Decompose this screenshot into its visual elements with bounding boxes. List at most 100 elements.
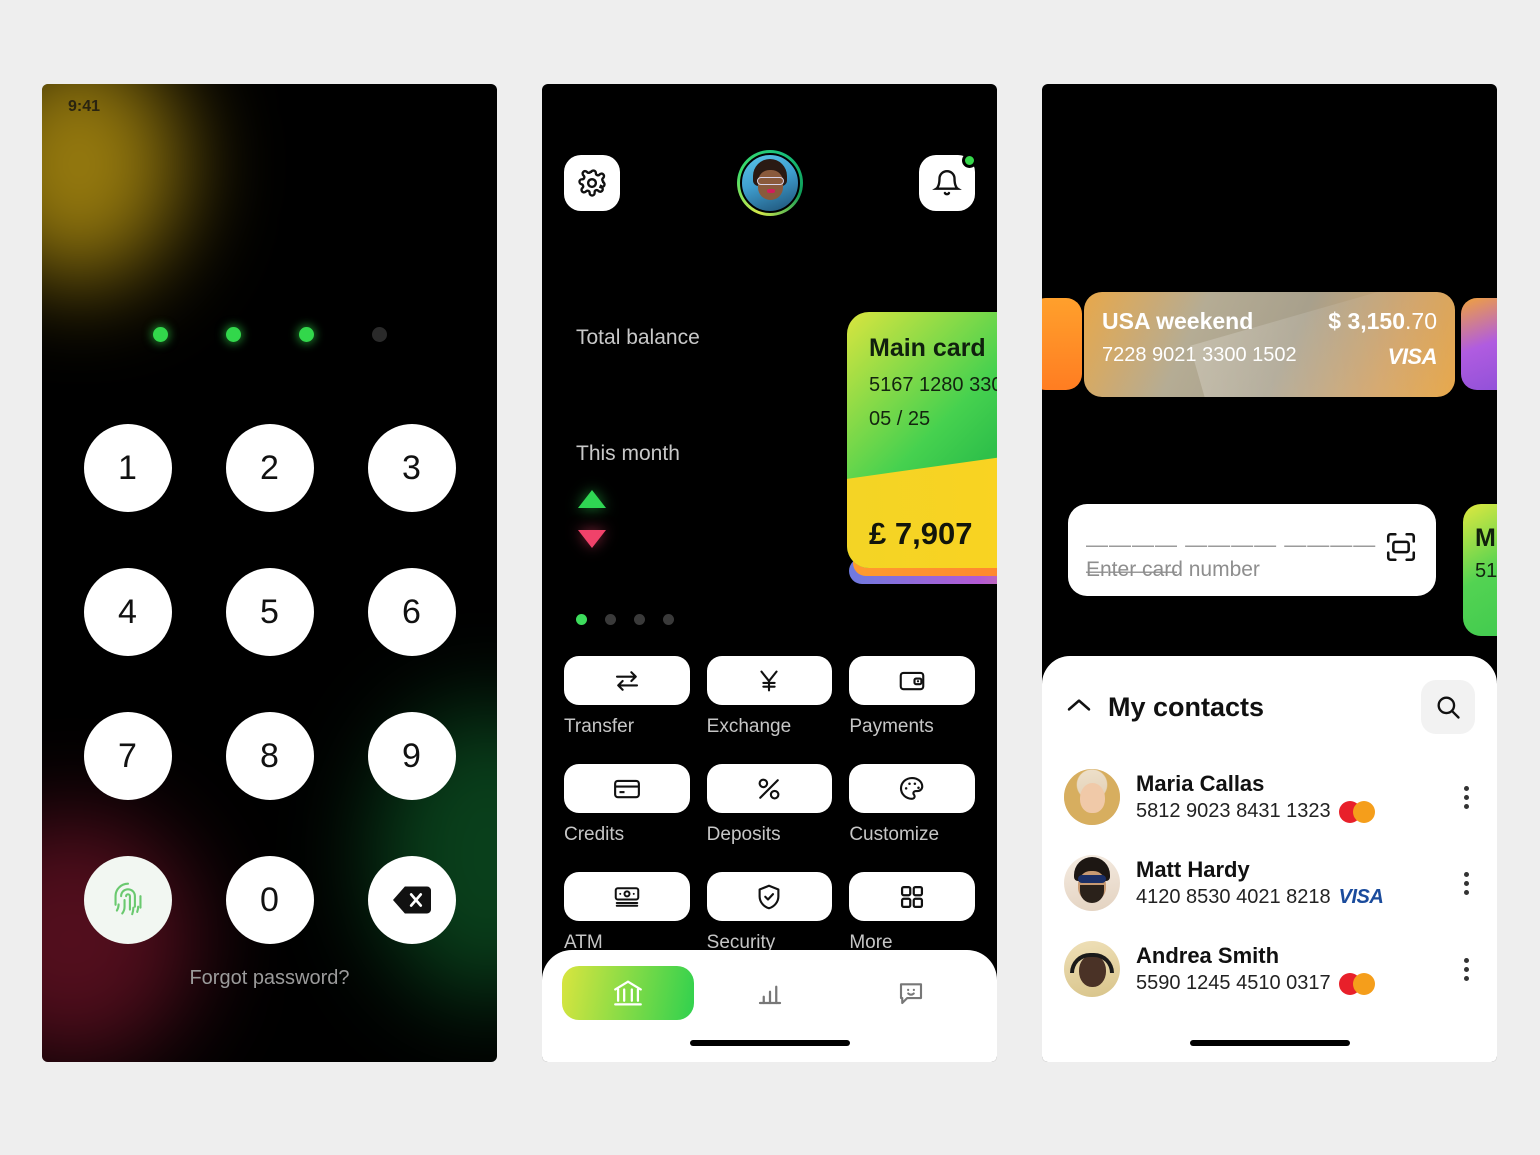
search-contacts-button[interactable] <box>1421 680 1475 734</box>
kebab-menu-icon[interactable] <box>1458 780 1475 815</box>
key-4[interactable]: 4 <box>83 568 172 656</box>
exchange-button[interactable] <box>706 656 833 705</box>
action-label: Payments <box>849 716 934 737</box>
triangle-down-icon <box>578 530 606 548</box>
featured-card[interactable]: USA weekend $ 3,150.70 7228 9021 3300 15… <box>1084 292 1455 397</box>
action-exchange: Exchange <box>706 656 833 738</box>
kebab-menu-icon[interactable] <box>1458 952 1475 987</box>
cards-carousel: USA weekend $ 3,150.70 7228 9021 3300 15… <box>1042 292 1497 397</box>
avatar <box>1064 855 1120 911</box>
peek-card-left[interactable] <box>1042 298 1082 390</box>
card-carousel[interactable]: Main card 5167 1280 330 05 / 25 £ 7,907 <box>847 312 997 584</box>
contact-info: Maria Callas 5812 9023 8431 1323 <box>1136 771 1375 823</box>
deposits-button[interactable] <box>706 764 833 813</box>
card-number-input[interactable]: ———— ———— ———— ———— Enter card number <box>1068 504 1436 596</box>
scan-frame-icon <box>1386 532 1416 562</box>
card-input-placeholder: Enter card number <box>1086 558 1260 581</box>
key-7[interactable]: 7 <box>83 712 172 800</box>
amount-main: $ 3,150 <box>1328 308 1406 334</box>
contacts-list: Maria Callas 5812 9023 8431 1323 Matt Ha… <box>1042 734 1497 1012</box>
action-deposits: Deposits <box>706 764 833 846</box>
more-button[interactable] <box>849 872 975 921</box>
nav-statistics-tab[interactable] <box>704 966 836 1020</box>
backspace-icon[interactable] <box>367 856 456 944</box>
home-header <box>542 150 997 216</box>
avatar[interactable] <box>736 150 803 216</box>
key-9[interactable]: 9 <box>367 712 456 800</box>
wallet-icon <box>899 671 925 690</box>
security-button[interactable] <box>706 872 833 921</box>
bar-chart-icon <box>758 985 781 1005</box>
quick-actions-grid: Transfer Exchange Payments Credits Depos… <box>564 656 975 954</box>
pager-dot-4[interactable] <box>663 614 674 625</box>
card-pager <box>576 614 674 625</box>
pager-dot-3[interactable] <box>634 614 645 625</box>
pin-dots <box>42 327 497 342</box>
payments-button[interactable] <box>849 656 975 705</box>
main-card[interactable]: Main card 5167 1280 330 05 / 25 £ 7,907 <box>847 312 997 568</box>
pin-dot-1 <box>152 327 168 342</box>
credits-button[interactable] <box>564 764 690 813</box>
nav-accounts-tab[interactable] <box>562 966 694 1020</box>
total-balance-label: Total balance <box>576 326 700 349</box>
action-security: Security <box>706 872 833 954</box>
key-8[interactable]: 8 <box>225 712 314 800</box>
key-3[interactable]: 3 <box>367 424 456 512</box>
table-row[interactable]: Matt Hardy 4120 8530 4021 8218 VISA <box>1064 840 1475 926</box>
notifications-button[interactable] <box>919 153 977 211</box>
pager-dot-1[interactable] <box>576 614 587 625</box>
contact-name: Matt Hardy <box>1136 857 1250 882</box>
key-0[interactable]: 0 <box>225 856 314 944</box>
pin-dot-2 <box>225 327 241 342</box>
atm-button[interactable] <box>564 872 690 921</box>
transfer-button[interactable] <box>564 656 690 705</box>
action-payments: Payments <box>849 656 975 738</box>
contact-info: Matt Hardy 4120 8530 4021 8218 VISA <box>1136 857 1384 909</box>
home-indicator <box>1189 1040 1350 1046</box>
featured-card-name: USA weekend <box>1102 308 1254 334</box>
contact-name: Maria Callas <box>1136 771 1265 796</box>
key-6[interactable]: 6 <box>367 568 456 656</box>
contact-card-number: 4120 8530 4021 8218 <box>1136 886 1331 908</box>
customize-button[interactable] <box>849 764 975 813</box>
pin-dot-4 <box>371 327 387 342</box>
contacts-title: My contacts <box>1108 691 1265 722</box>
contact-info: Andrea Smith 5590 1245 4510 0317 <box>1136 943 1375 995</box>
avatar-image <box>739 153 800 213</box>
forgot-password-link[interactable]: Forgot password? <box>42 967 497 990</box>
bottom-navigation <box>542 950 997 1062</box>
key-1[interactable]: 1 <box>83 424 172 512</box>
collapse-contacts-button[interactable] <box>1064 694 1098 721</box>
chat-smiley-icon <box>899 983 923 1005</box>
notification-dot <box>962 153 977 168</box>
peek-card-right[interactable] <box>1461 298 1497 390</box>
peek-card-green-title: M <box>1475 524 1496 552</box>
credit-card-icon <box>613 779 640 798</box>
status-time: 9:41 <box>68 98 101 115</box>
main-card-title: Main card <box>869 334 986 362</box>
bank-icon <box>614 980 642 1006</box>
table-row[interactable]: Maria Callas 5812 9023 8431 1323 <box>1064 754 1475 840</box>
amount-decimal: .70 <box>1405 308 1437 334</box>
percent-icon <box>759 778 780 799</box>
settings-button[interactable] <box>564 155 620 211</box>
screenshot-stage: 9:41 1 2 3 4 5 6 7 8 9 0 Forgot password… <box>0 0 1540 1155</box>
kebab-menu-icon[interactable] <box>1458 866 1475 901</box>
action-label: Transfer <box>564 716 635 737</box>
main-card-number: 5167 1280 330 <box>869 374 997 396</box>
banknote-icon <box>614 886 640 907</box>
peek-card-green[interactable]: M 51 <box>1463 504 1497 636</box>
pager-dot-2[interactable] <box>605 614 616 625</box>
table-row[interactable]: Andrea Smith 5590 1245 4510 0317 <box>1064 926 1475 1012</box>
contacts-header: My contacts <box>1042 656 1497 734</box>
bell-icon <box>932 170 962 196</box>
key-2[interactable]: 2 <box>225 424 314 512</box>
key-5[interactable]: 5 <box>225 568 314 656</box>
fingerprint-icon[interactable] <box>83 856 172 944</box>
scan-card-button[interactable] <box>1384 530 1418 569</box>
nav-chat-tab[interactable] <box>845 966 977 1020</box>
contact-name: Andrea Smith <box>1136 943 1280 968</box>
action-label: Exchange <box>706 716 792 737</box>
avatar <box>1064 941 1120 997</box>
palette-icon <box>900 776 924 800</box>
